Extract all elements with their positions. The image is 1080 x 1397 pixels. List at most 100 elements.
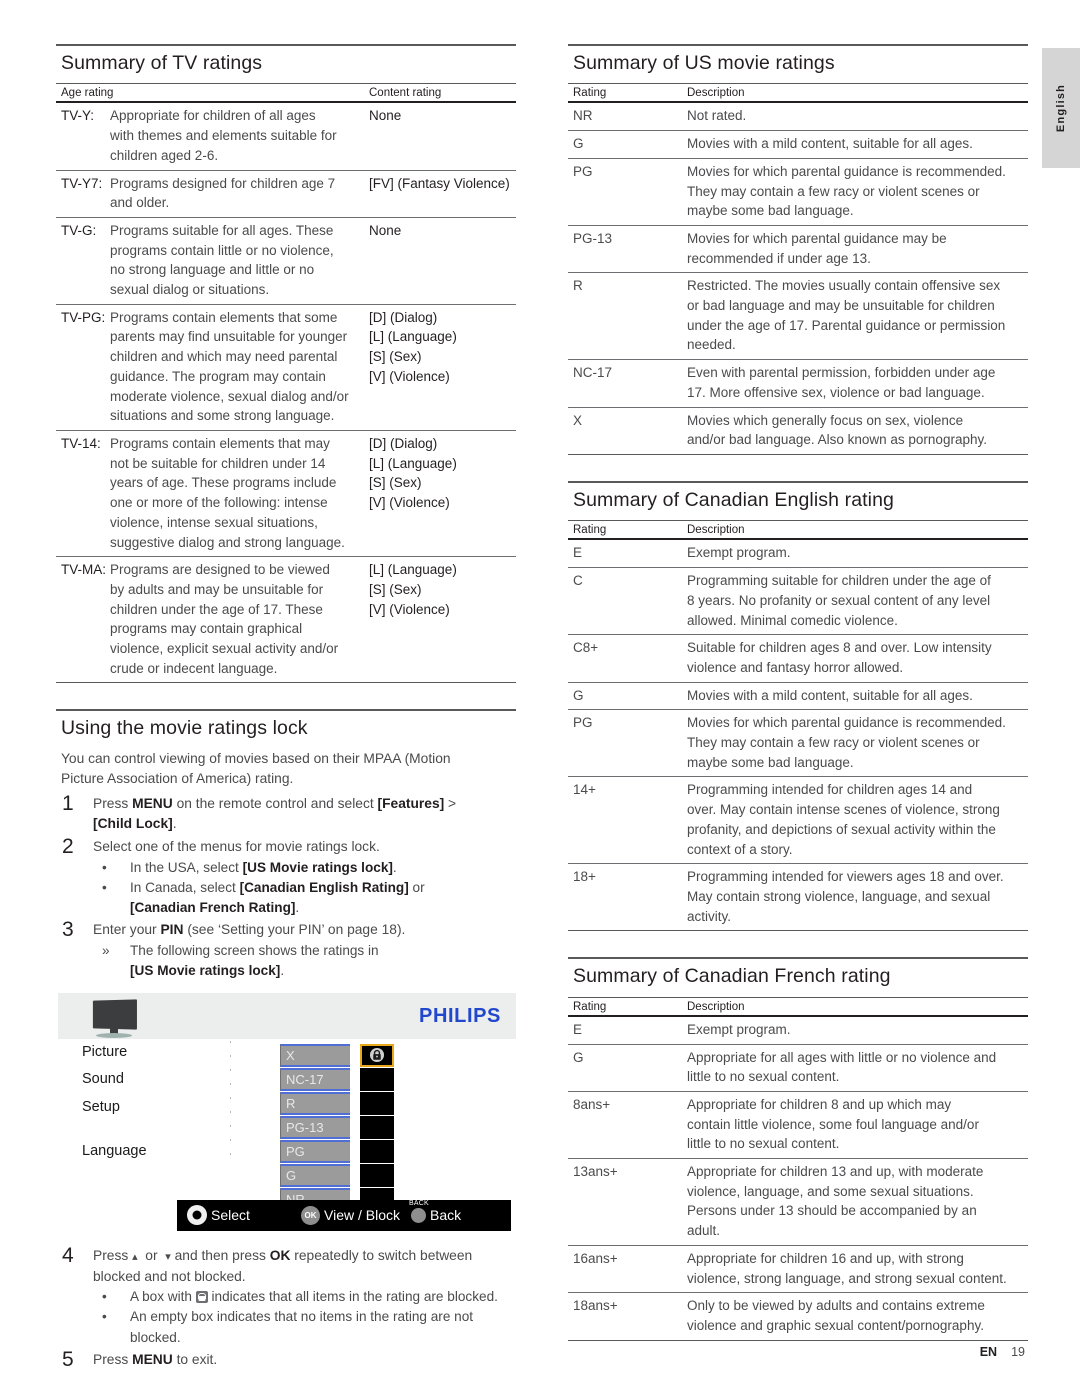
rating-description: Appropriate for children 13 and up, with… <box>682 1158 1028 1246</box>
rating-row-nc-17[interactable]: NC-17 <box>280 1067 394 1091</box>
table-row: TV-Y7: Programs designed for children age… <box>56 170 516 218</box>
rating-row-g[interactable]: G <box>280 1163 394 1187</box>
ok-button-icon: OK <box>301 1205 320 1225</box>
section-canadian-french-rating: Summary of Canadian French rating Rating… <box>568 957 1028 1341</box>
canadian-french-body: E Exempt program. G Appropriate for all age… <box>568 1015 1028 1341</box>
rating-label[interactable]: NC-17 <box>280 1067 350 1091</box>
table-row: X Movies which generally focus on sex, vi… <box>568 407 1028 455</box>
rating-label[interactable]: R <box>280 1091 350 1115</box>
column-header-rating: Rating <box>568 996 682 1017</box>
rating-description: Movies for which parental guidance may b… <box>682 225 1028 274</box>
table-row: NC-17 Even with parental permission, forb… <box>568 359 1028 408</box>
rating-code: G <box>568 1044 682 1092</box>
step-number: 5 <box>62 1347 74 1371</box>
rating-label[interactable]: PG-13 <box>280 1115 350 1139</box>
table-row: 18+ Programming intended for viewers ages… <box>568 863 1028 932</box>
tv-ratings-body: TV-Y: Appropriate for children of all age… <box>56 102 516 684</box>
table-header-row: Rating Description <box>568 996 1028 1017</box>
rating-row-x[interactable]: X <box>280 1043 394 1067</box>
table-row: 14+ Programming intended for children age… <box>568 776 1028 865</box>
rating-block-checkbox[interactable] <box>360 1163 394 1187</box>
tv-menu-item-picture[interactable]: Picture <box>82 1045 222 1060</box>
manual-page: Summary of TV ratings Age rating Content… <box>0 0 1080 1397</box>
step-sublist: • A box with indicates that all items in … <box>93 1287 516 1347</box>
rating-block-checkbox[interactable] <box>360 1067 394 1091</box>
table-header-row: Rating Description <box>568 520 1028 541</box>
rating-description: Exempt program. <box>682 539 1028 569</box>
rating-block-checkbox[interactable] <box>360 1091 394 1115</box>
footer-language-code: EN <box>979 1345 998 1359</box>
table-row: PG Movies for which parental guidance is … <box>568 158 1028 226</box>
footbar-back-label: Back <box>430 1207 462 1224</box>
column-header-rating: Rating <box>568 520 682 541</box>
rating-block-checkbox[interactable] <box>360 1115 394 1139</box>
ratings-list: XNC-17RPG-13PGGNR <box>280 1043 394 1212</box>
list-item: • In Canada, select [Canadian English Rat… <box>102 879 425 915</box>
movie-lock-intro: You can control viewing of movies based … <box>61 750 451 787</box>
tv-content-rating: None <box>364 217 516 305</box>
tv-rating-description: Programs designed for children age 7 and … <box>108 170 364 218</box>
section-rule <box>56 709 516 712</box>
rating-description: Appropriate for children 8 and up which … <box>682 1091 1028 1160</box>
table-row: 16ans+ Appropriate for children 16 and up… <box>568 1245 1028 1294</box>
canadian-english-body: E Exempt program. C Programming suitable fo… <box>568 539 1028 932</box>
table-row: 8ans+ Appropriate for children 8 and up w… <box>568 1091 1028 1160</box>
rating-label[interactable]: PG <box>280 1139 350 1163</box>
movie-lock-steps: 1 Press MENU on the remote control and se… <box>56 791 516 1371</box>
footbar-select: Select <box>187 1200 250 1231</box>
rating-description: Appropriate for all ages with little or … <box>682 1044 1028 1092</box>
rating-description: Restricted. The movies usually contain o… <box>682 272 1028 361</box>
us-movie-table: Rating Description NR Not rated. G Movies w… <box>568 83 1028 455</box>
section-rule <box>568 44 1028 46</box>
footer-page-number: 19 <box>1011 1345 1025 1359</box>
section-us-movie-ratings: Summary of US movie ratings Rating Descr… <box>568 44 1028 455</box>
section-tv-ratings: Summary of TV ratings Age rating Content… <box>56 44 516 684</box>
rating-row-pg[interactable]: PG <box>280 1139 394 1163</box>
tv-ratings-table: Age rating Content rating TV-Y: Appropria… <box>56 83 516 684</box>
rating-code: C8+ <box>568 634 682 683</box>
step-1: 1 Press MENU on the remote control and se… <box>62 791 457 832</box>
canadian-english-table: Rating Description E Exempt program. C Prog… <box>568 520 1028 932</box>
bullet-icon: » <box>102 942 110 958</box>
rating-label[interactable]: G <box>280 1163 350 1187</box>
tv-content-rating: [D] (Dialog) [L] (Language) [S] (Sex) [V] (… <box>364 430 516 558</box>
tv-rating-description: Programs are designed to be viewed by adu… <box>108 556 364 684</box>
bullet-icon: • <box>102 1289 107 1305</box>
philips-logo: PHILIPS <box>419 1004 501 1027</box>
rating-code: 18ans+ <box>568 1292 682 1341</box>
rating-code: X <box>568 407 682 455</box>
tv-menu-item-language[interactable]: Language <box>82 1144 222 1159</box>
television-icon <box>89 999 141 1040</box>
rating-row-pg-13[interactable]: PG-13 <box>280 1115 394 1139</box>
column-header-rating: Rating <box>568 83 682 104</box>
rating-code: 16ans+ <box>568 1245 682 1294</box>
rating-row-r[interactable]: R <box>280 1091 394 1115</box>
rating-block-checkbox[interactable] <box>360 1139 394 1163</box>
table-row: C Programming suitable for children under… <box>568 567 1028 636</box>
tv-menu-item-sound[interactable]: Sound <box>82 1072 222 1087</box>
tv-menu-list: Picture Sound Setup Language <box>82 1045 222 1172</box>
rating-description: Movies with a mild content, suitable for… <box>682 130 1028 159</box>
rating-code: PG <box>568 709 682 778</box>
bullet-icon: • <box>102 879 107 895</box>
tv-rating-code: TV-14: <box>56 430 108 558</box>
tv-rating-code: TV-Y: <box>56 102 108 171</box>
bullet-icon: • <box>102 1309 107 1325</box>
table-row: R Restricted. The movies usually contain … <box>568 272 1028 361</box>
rating-description: Movies with a mild content, suitable for… <box>682 682 1028 711</box>
rating-label[interactable]: X <box>280 1043 350 1067</box>
step-sublist: • In the USA, select [US Movie ratings lo… <box>93 858 516 918</box>
language-side-tab-label: English <box>1055 83 1067 133</box>
section-rule <box>568 480 1028 483</box>
step-number: 3 <box>62 918 74 942</box>
tv-rating-description: Programs contain elements that may not be… <box>108 430 364 558</box>
tv-menu-item-setup[interactable]: Setup <box>82 1100 222 1115</box>
dpad-icon <box>187 1205 207 1226</box>
rating-block-checkbox[interactable] <box>360 1043 394 1067</box>
rating-code: G <box>568 130 682 159</box>
rating-code: 13ans+ <box>568 1158 682 1246</box>
rating-description: Only to be viewed by adults and contains… <box>682 1292 1028 1341</box>
tv-rating-code: TV-PG: <box>56 304 108 431</box>
step-number: 4 <box>62 1243 74 1267</box>
left-column: Summary of TV ratings Age rating Content… <box>56 44 516 1372</box>
